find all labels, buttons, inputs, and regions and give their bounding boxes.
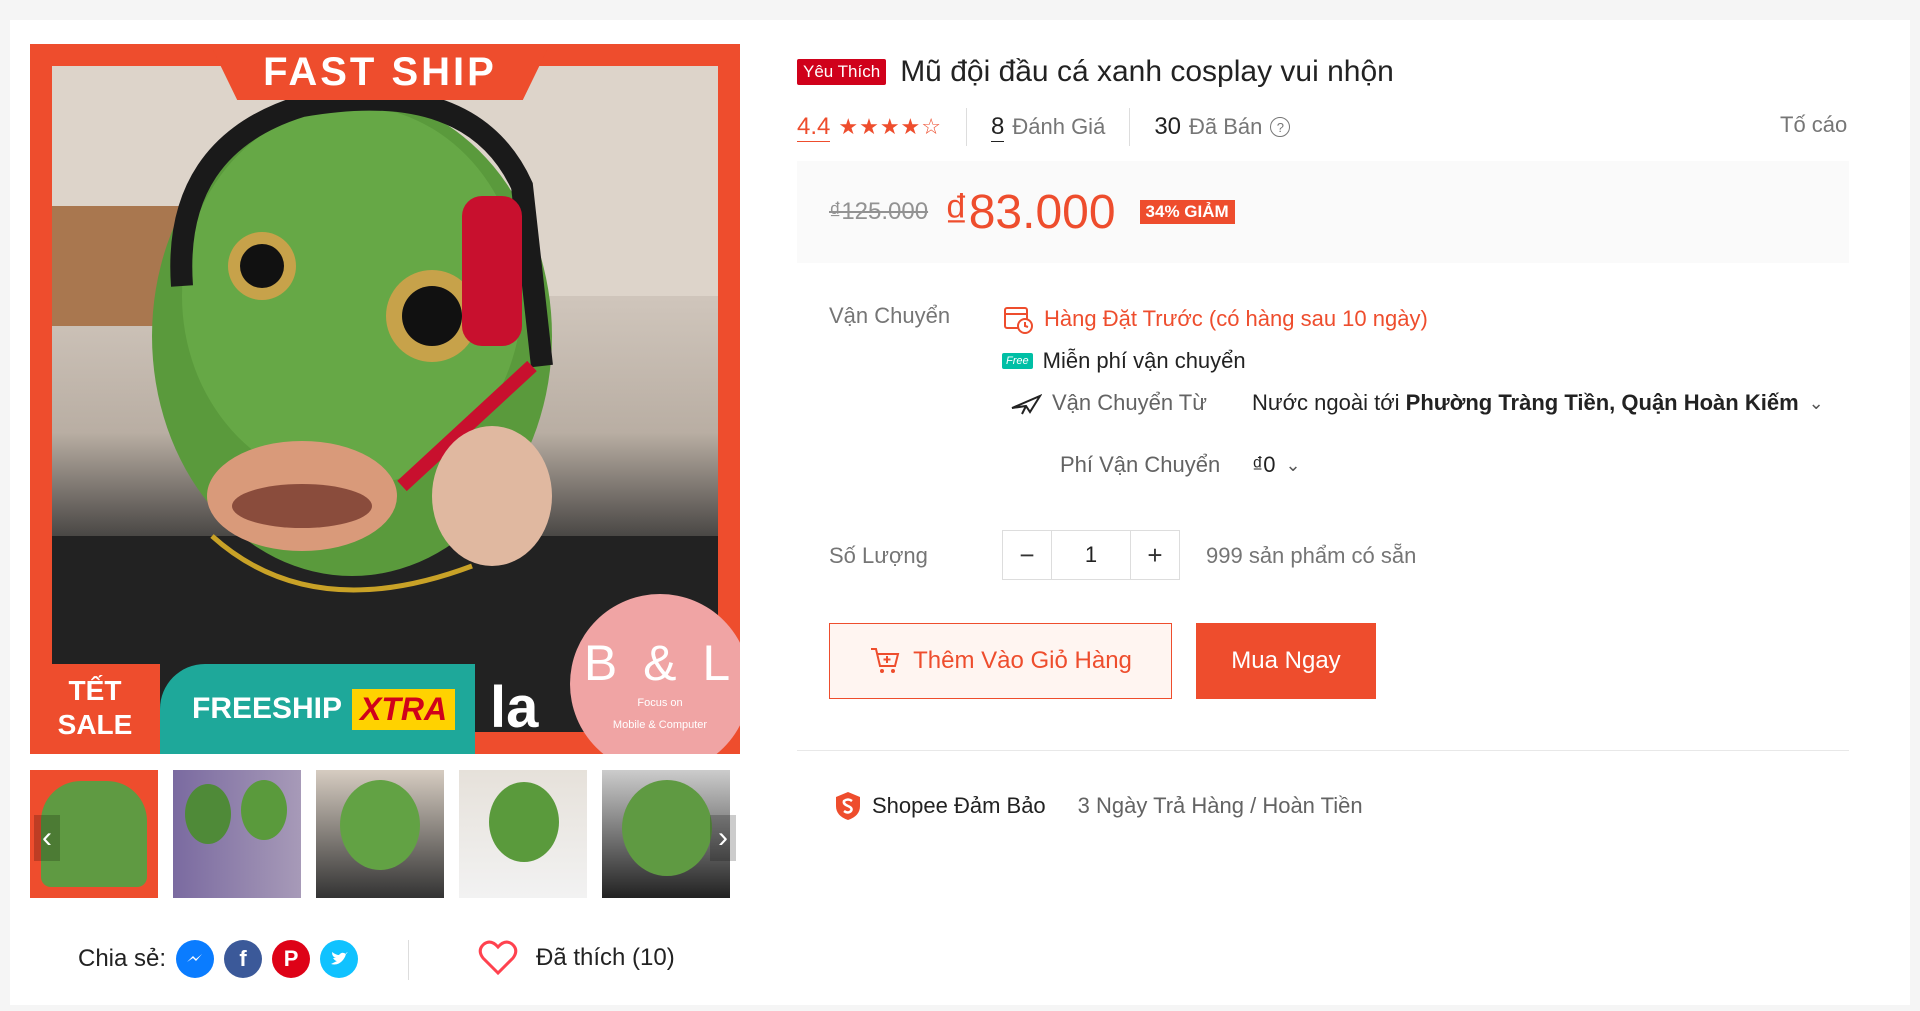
- quantity-label: Số Lượng: [829, 543, 928, 568]
- tet-line-2: SALE: [57, 709, 133, 740]
- freeship-label: FREESHIP: [192, 692, 343, 725]
- shipping-label: Vận Chuyển: [829, 303, 951, 328]
- ship-destination: Phường Tràng Tiền, Quận Hoàn Kiếm: [1405, 390, 1799, 415]
- ship-from-line: Vận Chuyển Từ Nước ngoài tới Phường Tràn…: [1010, 390, 1824, 416]
- thumb-next-arrow[interactable]: ›: [710, 815, 736, 861]
- stats-divider: [1129, 108, 1131, 146]
- guarantee-text: 3 Ngày Trả Hàng / Hoàn Tiền: [1077, 793, 1363, 818]
- free-shipping-line: Free Miễn phí vận chuyển: [1002, 348, 1246, 374]
- main-product-image[interactable]: FAST SHIP TẾT SALE FREESHIP XTRA la B & …: [30, 44, 740, 754]
- quantity-input[interactable]: 1: [1051, 531, 1131, 579]
- rating-score[interactable]: 4.4: [797, 113, 831, 142]
- increase-button[interactable]: +: [1131, 531, 1179, 579]
- share-divider: [408, 940, 409, 980]
- buy-now-button[interactable]: Mua Ngay: [1196, 623, 1376, 699]
- price-box: ₫125.000 ₫83.000 34% GIẢM: [797, 161, 1849, 263]
- ship-fee-line: Phí Vận Chuyển ₫0 ⌄: [1060, 452, 1301, 478]
- quantity-stepper: − 1 +: [1002, 530, 1180, 580]
- chevron-down-icon[interactable]: ⌄: [1286, 455, 1301, 476]
- ship-fee-label: Phí Vận Chuyển: [1060, 452, 1221, 477]
- brand-overlay-text: la: [490, 675, 539, 740]
- brand-tagline-2: Mobile & Computer: [612, 719, 708, 731]
- liked-count: Đã thích (10): [536, 944, 675, 971]
- plane-icon: [1011, 394, 1042, 415]
- guarantee-title: Shopee Đảm Bảo: [872, 793, 1046, 818]
- freeship-xtra-badge: FREESHIP XTRA: [160, 664, 475, 754]
- ship-from-value[interactable]: Nước ngoài tới Phường Tràng Tiền, Quận H…: [1252, 390, 1799, 416]
- twitter-icon[interactable]: [320, 940, 359, 978]
- thumbnail-strip: [30, 770, 740, 900]
- brand-tagline-1: Focus on: [637, 697, 683, 709]
- free-shipping-text: Miễn phí vận chuyển: [1042, 348, 1246, 373]
- sold-count: 30: [1154, 113, 1182, 140]
- shopee-guarantee[interactable]: Shopee Đảm Bảo 3 Ngày Trả Hàng / Hoàn Ti…: [832, 790, 1363, 822]
- thumb-prev-arrow[interactable]: ‹: [34, 815, 60, 861]
- tet-sale-badge: TẾT SALE: [30, 664, 160, 754]
- facebook-icon[interactable]: f: [224, 940, 263, 978]
- current-price: ₫83.000: [944, 185, 1116, 239]
- preorder-line: Hàng Đặt Trước (có hàng sau 10 ngày): [1002, 303, 1428, 335]
- thumbnail-4[interactable]: [459, 770, 587, 898]
- star-rating-icon: ★★★★☆: [838, 114, 942, 139]
- calendar-clock-icon: [1004, 307, 1033, 334]
- thumbnail-2[interactable]: [173, 770, 301, 898]
- messenger-icon[interactable]: [176, 940, 215, 978]
- ship-from-label: Vận Chuyển Từ: [1052, 390, 1207, 415]
- title-row: Yêu Thích Mũ đội đầu cá xanh cosplay vui…: [797, 55, 1394, 89]
- report-link[interactable]: Tố cáo: [1780, 112, 1847, 138]
- share-label: Chia sẻ:: [78, 945, 167, 972]
- add-to-cart-button[interactable]: Thêm Vào Giỏ Hàng: [829, 623, 1172, 699]
- thumbnail-3[interactable]: [316, 770, 444, 898]
- sold-label: Đã Bán: [1189, 114, 1263, 139]
- stats-divider: [966, 108, 967, 146]
- original-price: ₫125.000: [829, 198, 929, 225]
- ship-fee-value[interactable]: ₫0: [1252, 452, 1276, 478]
- heart-icon: [478, 940, 518, 976]
- help-icon[interactable]: ?: [1270, 117, 1291, 137]
- preorder-text: Hàng Đặt Trước (có hàng sau 10 ngày): [1044, 306, 1428, 331]
- product-card: FAST SHIP TẾT SALE FREESHIP XTRA la B & …: [10, 20, 1910, 1005]
- product-stats: 4.4 ★★★★☆ 8 Đánh Giá 30 Đã Bán ?: [797, 108, 1291, 146]
- share-bar: Chia sẻ: f P: [78, 940, 359, 978]
- ship-from-prefix: Nước ngoài tới: [1252, 390, 1400, 415]
- pinterest-icon[interactable]: P: [272, 940, 311, 978]
- decrease-button[interactable]: −: [1003, 531, 1051, 579]
- discount-badge: 34% GIẢM: [1139, 200, 1235, 224]
- tet-line-1: TẾT: [68, 675, 122, 706]
- shield-icon: [836, 792, 860, 820]
- like-button[interactable]: Đã thích (10): [478, 940, 675, 976]
- brand-name: B & L: [583, 635, 737, 691]
- free-shipping-icon: Free: [1002, 353, 1033, 369]
- reviews-count[interactable]: 8: [991, 113, 1005, 142]
- chevron-down-icon[interactable]: ⌄: [1809, 393, 1824, 414]
- reviews-label: Đánh Giá: [1012, 114, 1106, 139]
- cart-add-icon: [871, 648, 900, 673]
- fast-ship-banner: FAST SHIP: [210, 44, 550, 100]
- stock-text: 999 sản phẩm có sẵn: [1206, 543, 1417, 568]
- section-divider: [797, 750, 1849, 751]
- product-title: Mũ đội đầu cá xanh cosplay vui nhộn: [900, 55, 1394, 88]
- favorite-badge: Yêu Thích: [797, 59, 887, 85]
- add-to-cart-label: Thêm Vào Giỏ Hàng: [913, 647, 1132, 674]
- xtra-label: XTRA: [352, 688, 456, 730]
